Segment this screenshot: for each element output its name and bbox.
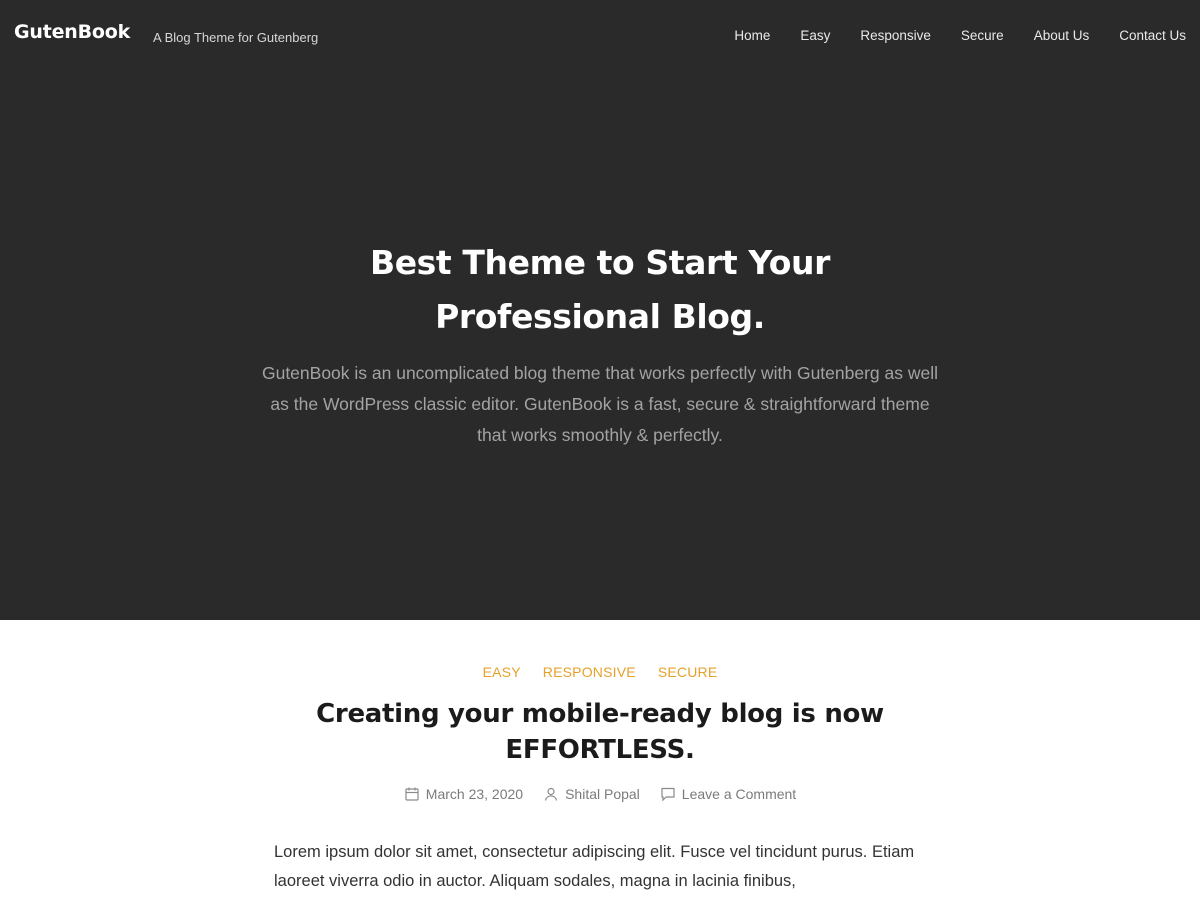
- blog-post: EASY RESPONSIVE SECURE Creating your mob…: [0, 620, 1200, 896]
- calendar-icon: [404, 786, 420, 802]
- nav-item-responsive[interactable]: Responsive: [860, 28, 931, 43]
- user-icon: [543, 786, 559, 802]
- category-link-responsive[interactable]: RESPONSIVE: [543, 664, 636, 680]
- post-author: Shital Popal: [543, 786, 640, 802]
- nav-item-easy[interactable]: Easy: [800, 28, 830, 43]
- main-navigation: Home Easy Responsive Secure About Us Con…: [704, 28, 1186, 43]
- site-header: GutenBook A Blog Theme for Gutenberg Hom…: [0, 0, 1200, 74]
- post-date: March 23, 2020: [404, 786, 523, 802]
- nav-item-home[interactable]: Home: [734, 28, 770, 43]
- nav-item-secure[interactable]: Secure: [961, 28, 1004, 43]
- hero-title: Best Theme to Start Your Professional Bl…: [369, 243, 831, 336]
- post-date-link[interactable]: March 23, 2020: [426, 786, 523, 802]
- post-meta: March 23, 2020 Shital Popal Leave a Comm…: [0, 786, 1200, 802]
- site-tagline: A Blog Theme for Gutenberg: [153, 30, 319, 45]
- hero-content: Best Theme to Start Your Professional Bl…: [0, 236, 1200, 451]
- comment-icon: [660, 786, 676, 802]
- leave-comment-link[interactable]: Leave a Comment: [682, 786, 796, 802]
- hero-section: GutenBook A Blog Theme for Gutenberg Hom…: [0, 0, 1200, 620]
- site-title-link[interactable]: GutenBook: [14, 21, 130, 43]
- nav-item-contact-us[interactable]: Contact Us: [1119, 28, 1186, 43]
- category-link-secure[interactable]: SECURE: [658, 664, 718, 680]
- post-title-link[interactable]: Creating your mobile-ready blog is now E…: [280, 696, 920, 768]
- post-author-link[interactable]: Shital Popal: [565, 786, 640, 802]
- post-categories: EASY RESPONSIVE SECURE: [0, 664, 1200, 680]
- category-link-easy[interactable]: EASY: [483, 664, 521, 680]
- post-comments: Leave a Comment: [660, 786, 796, 802]
- nav-item-about-us[interactable]: About Us: [1034, 28, 1090, 43]
- hero-description: GutenBook is an uncomplicated blog theme…: [261, 363, 939, 445]
- post-excerpt: Lorem ipsum dolor sit amet, consectetur …: [274, 843, 915, 890]
